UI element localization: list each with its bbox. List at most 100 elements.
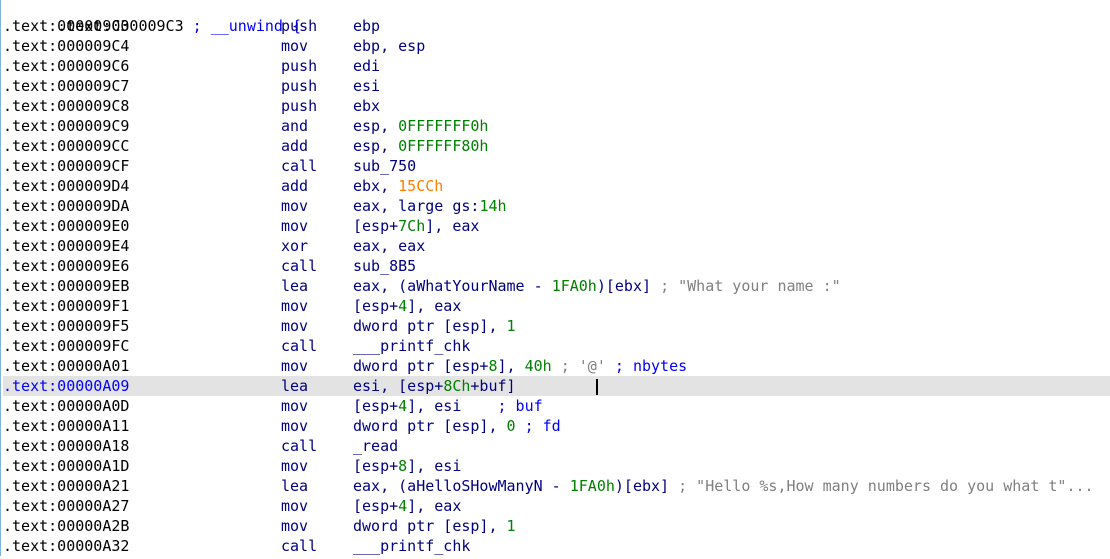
instruction-line[interactable]: .text:000009C9 and esp, 0FFFFFFF0h (0, 116, 1110, 136)
number-token: 8 (398, 457, 408, 475)
operands: [esp+4], eax (353, 496, 461, 516)
text-cursor (596, 379, 598, 395)
instruction-line[interactable]: .text:00000A2B mov dword ptr [esp], 1 (0, 516, 1110, 536)
address: .text:000009E0 (3, 217, 130, 235)
operand-token: ], esi (407, 457, 462, 475)
instruction-line[interactable]: .text:00000A32 call ___printf_chk (0, 536, 1110, 556)
instruction-line[interactable]: .text:00000A27 mov [esp+4], eax (0, 496, 1110, 516)
operand-token: ], eax (407, 297, 462, 315)
operand-token: [esp+ (353, 297, 399, 315)
operand-token: ebx, (353, 177, 399, 195)
operand-token: ], esi (407, 397, 498, 415)
instruction-line[interactable]: .text:000009DA mov eax, large gs:14h (0, 196, 1110, 216)
mnemonic: mov (281, 317, 309, 335)
instruction-line[interactable]: .text:000009CF call sub_750 (0, 156, 1110, 176)
number-token: 0FFFFFFF0h (398, 117, 489, 135)
instruction-line[interactable]: .text:000009CC add esp, 0FFFFFF80h (0, 136, 1110, 156)
mnemonic: mov (281, 517, 309, 535)
operands: dword ptr [esp], 1 (353, 516, 516, 536)
mnemonic: mov (281, 37, 309, 55)
instruction-rows[interactable]: .text:000009C3 push ebp .text:000009C4 mov eb… (0, 16, 1110, 556)
number-token: 7Ch (398, 217, 426, 235)
listing-header-line[interactable]: .text:000009C3 ; __unwind { (0, 0, 1110, 35)
operands: [esp+7Ch], eax (353, 216, 479, 236)
operand-token: eax, (aWhatYourName - (353, 277, 552, 295)
instruction-line[interactable]: .text:000009F5 mov dword ptr [esp], 1 (0, 316, 1110, 336)
operand-token: ___printf_chk (353, 337, 471, 355)
address: .text:00000A18 (3, 437, 130, 455)
operand-token: dword ptr [esp+ (353, 357, 489, 375)
operand-token: [esp+ (353, 457, 399, 475)
number-token: 4 (398, 297, 408, 315)
operands: sub_750 (353, 156, 416, 176)
instruction-line[interactable]: .text:00000A21 lea eax, (aHelloSHowManyN -… (0, 476, 1110, 496)
instruction-line[interactable]: .text:00000A1D mov [esp+8], esi (0, 456, 1110, 476)
mnemonic: push (281, 77, 318, 95)
operand-token: ebp (353, 17, 381, 35)
instruction-line[interactable]: .text:000009E6 call sub_8B5 (0, 256, 1110, 276)
address: .text:00000A11 (3, 417, 130, 435)
operands: eax, (aWhatYourName - 1FA0h)[ebx] ; "Wha… (353, 276, 841, 296)
operand-token: eax, (aHelloSHowManyN - (353, 477, 570, 495)
operand-token: esi (353, 77, 381, 95)
mnemonic: call (281, 337, 318, 355)
instruction-line[interactable]: .text:000009FC call ___printf_chk (0, 336, 1110, 356)
mnemonic: push (281, 17, 318, 35)
address: .text:000009CF (3, 157, 130, 175)
number-token: 4 (398, 497, 408, 515)
instruction-line[interactable]: .text:000009D4 add ebx, 15CCh (0, 176, 1110, 196)
operand-token: _read (353, 437, 399, 455)
address: .text:00000A1D (3, 457, 130, 475)
operands: esi (353, 76, 380, 96)
instruction-line[interactable]: .text:000009E4 xor eax, eax (0, 236, 1110, 256)
operand-token: esp, (353, 137, 399, 155)
instruction-line[interactable]: .text:00000A18 call _read (0, 436, 1110, 456)
address: .text:000009C6 (3, 57, 130, 75)
number-token: 1FA0h (551, 277, 597, 295)
operands: dword ptr [esp], 1 (353, 316, 516, 336)
instruction-line[interactable]: .text:000009C4 mov ebp, esp (0, 36, 1110, 56)
instruction-line[interactable]: .text:000009C7 push esi (0, 76, 1110, 96)
mnemonic: and (281, 117, 309, 135)
instruction-line[interactable]: .text:00000A11 mov dword ptr [esp], 0 ; fd (0, 416, 1110, 436)
instruction-line[interactable]: .text:000009F1 mov [esp+4], eax (0, 296, 1110, 316)
instruction-line[interactable]: .text:000009C8 push ebx (0, 96, 1110, 116)
address: .text:000009F5 (3, 317, 130, 335)
mnemonic: mov (281, 197, 309, 215)
operands: eax, eax (353, 236, 425, 256)
instruction-line[interactable]: .text:00000A0D mov [esp+4], esi ; buf (0, 396, 1110, 416)
number-token: 1 (506, 317, 516, 335)
instruction-line[interactable]: .text:000009C3 push ebp (0, 16, 1110, 36)
address: .text:00000A2B (3, 517, 130, 535)
mnemonic: mov (281, 457, 309, 475)
operand-token: dword ptr [esp], (353, 317, 507, 335)
mnemonic: xor (281, 237, 309, 255)
mnemonic: mov (281, 217, 309, 235)
operands: [esp+4], eax (353, 296, 461, 316)
address: .text:000009FC (3, 337, 130, 355)
instruction-line[interactable]: .text:00000A09 lea esi, [esp+8Ch+buf] (0, 376, 1110, 396)
operands: eax, (aHelloSHowManyN - 1FA0h)[ebx] ; "H… (353, 476, 1094, 496)
address: .text:000009C7 (3, 77, 130, 95)
mnemonic: mov (281, 417, 309, 435)
number-token: 14h (479, 197, 507, 215)
disassembly-listing[interactable]: .text:000009C3 ; __unwind { .text:000009… (0, 0, 1110, 556)
instruction-line[interactable]: .text:000009EB lea eax, (aWhatYourName - 1… (0, 276, 1110, 296)
address: .text:000009EB (3, 277, 130, 295)
instruction-line[interactable]: .text:00000A01 mov dword ptr [esp+8], 40h … (0, 356, 1110, 376)
operands: ___printf_chk (353, 336, 470, 356)
operands: esp, 0FFFFFFF0h (353, 116, 488, 136)
address: .text:00000A09 (3, 377, 130, 395)
operands: _read (353, 436, 398, 456)
mnemonic: add (281, 177, 309, 195)
comment-token: ; fd (515, 417, 561, 435)
operands: ebp, esp (353, 36, 425, 56)
address: .text:000009CC (3, 137, 130, 155)
address: .text:000009F1 (3, 297, 130, 315)
instruction-line[interactable]: .text:000009C6 push edi (0, 56, 1110, 76)
number-token: 1 (506, 517, 516, 535)
operand-token: ], (497, 357, 525, 375)
mnemonic: push (281, 57, 318, 75)
operand-token: ___printf_chk (353, 537, 471, 555)
instruction-line[interactable]: .text:000009E0 mov [esp+7Ch], eax (0, 216, 1110, 236)
